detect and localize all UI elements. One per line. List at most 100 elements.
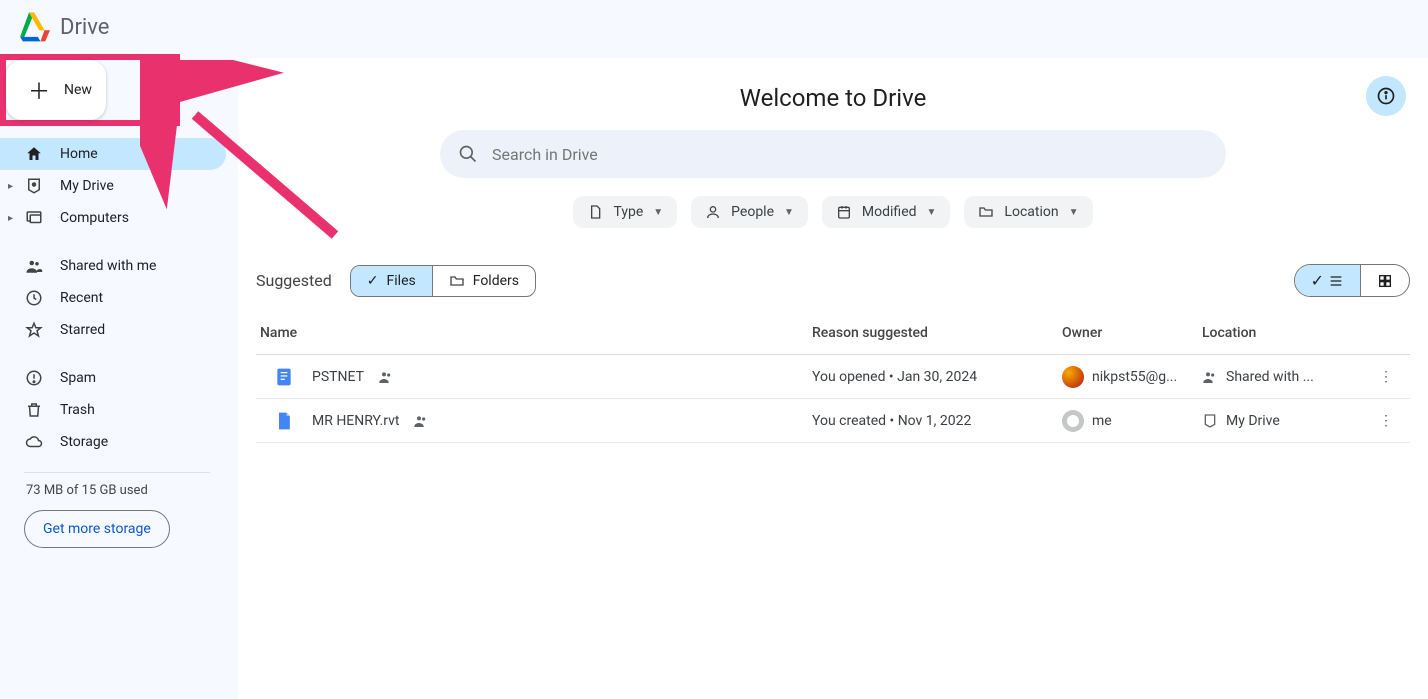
sidebar-item-label: My Drive xyxy=(60,178,114,194)
view-toggle: ✓ xyxy=(1294,264,1410,297)
location-text: Shared with ... xyxy=(1226,369,1314,385)
search-input[interactable] xyxy=(492,145,1208,164)
sidebar-item-label: Computers xyxy=(60,210,129,226)
page-title: Welcome to Drive xyxy=(740,84,927,112)
seg-folders[interactable]: Folders xyxy=(433,266,535,296)
owner-text: me xyxy=(1092,413,1112,429)
view-list[interactable]: ✓ xyxy=(1295,265,1360,296)
shared-icon xyxy=(413,413,429,429)
file-name: MR HENRY.rvt xyxy=(312,413,399,429)
avatar xyxy=(1062,366,1084,388)
location-text: My Drive xyxy=(1226,413,1280,429)
search-bar[interactable] xyxy=(440,130,1226,178)
sidebar-item-shared[interactable]: Shared with me xyxy=(0,250,226,282)
new-button[interactable]: ＋ New xyxy=(6,60,106,120)
folder-icon xyxy=(978,204,994,220)
my-drive-icon xyxy=(24,177,44,195)
storage-usage-text: 73 MB of 15 GB used xyxy=(0,483,226,498)
shared-icon xyxy=(24,257,44,275)
shared-icon xyxy=(378,369,394,385)
suggested-segmented: ✓ Files Folders xyxy=(350,265,536,297)
main-panel: Welcome to Drive Type ▼ People ▼ Modifie… xyxy=(238,58,1428,699)
shared-icon xyxy=(1202,369,1218,385)
filter-chip-type[interactable]: Type ▼ xyxy=(573,196,677,228)
chip-label: People xyxy=(731,204,774,220)
chevron-right-icon: ▸ xyxy=(8,213,13,224)
sidebar-item-storage[interactable]: Storage xyxy=(0,426,226,458)
sidebar-item-recent[interactable]: Recent xyxy=(0,282,226,314)
avatar xyxy=(1062,410,1084,432)
sidebar: ＋ New Home ▸ My Drive ▸ Computers Shared… xyxy=(0,52,238,699)
sidebar-item-label: Home xyxy=(60,146,98,162)
gdoc-icon xyxy=(274,367,294,387)
sidebar-item-label: Trash xyxy=(60,402,95,418)
chip-label: Modified xyxy=(862,204,917,220)
my-drive-icon xyxy=(1202,413,1218,429)
calendar-icon xyxy=(836,204,852,220)
grid-icon xyxy=(1377,273,1393,289)
plus-icon: ＋ xyxy=(28,74,50,106)
filter-chip-people[interactable]: People ▼ xyxy=(691,196,808,228)
table-header: Name Reason suggested Owner Location xyxy=(256,311,1410,355)
info-button[interactable] xyxy=(1366,76,1406,116)
sidebar-item-computers[interactable]: ▸ Computers xyxy=(0,202,226,234)
col-owner: Owner xyxy=(1062,325,1202,341)
file-icon xyxy=(274,411,294,431)
file-name: PSTNET xyxy=(312,369,364,385)
filter-chip-modified[interactable]: Modified ▼ xyxy=(822,196,951,228)
divider xyxy=(24,472,210,473)
chevron-down-icon: ▼ xyxy=(784,207,794,218)
check-icon: ✓ xyxy=(1311,271,1324,290)
chevron-right-icon: ▸ xyxy=(8,181,13,192)
brand: Drive xyxy=(18,12,109,42)
suggested-heading: Suggested xyxy=(256,271,332,290)
sidebar-item-label: Storage xyxy=(60,434,108,450)
reason-text: You opened • Jan 30, 2024 xyxy=(812,369,1062,385)
brand-name: Drive xyxy=(60,15,109,40)
chevron-down-icon: ▼ xyxy=(1069,207,1079,218)
reason-text: You created • Nov 1, 2022 xyxy=(812,413,1062,429)
sidebar-item-label: Spam xyxy=(60,370,96,386)
check-icon: ✓ xyxy=(367,273,379,289)
filter-chip-location[interactable]: Location ▼ xyxy=(964,196,1092,228)
drive-logo-icon xyxy=(18,12,50,42)
spam-icon xyxy=(24,369,44,387)
col-reason: Reason suggested xyxy=(812,325,1062,341)
sidebar-item-home[interactable]: Home xyxy=(0,138,226,170)
view-grid[interactable] xyxy=(1361,265,1409,296)
new-button-label: New xyxy=(64,82,92,98)
computers-icon xyxy=(24,209,44,227)
star-icon xyxy=(24,321,44,339)
owner-text: nikpst55@g... xyxy=(1092,369,1177,385)
get-more-storage-button[interactable]: Get more storage xyxy=(24,510,170,548)
seg-label: Folders xyxy=(473,273,519,289)
sidebar-item-label: Starred xyxy=(60,322,105,338)
table-row[interactable]: MR HENRY.rvt You created • Nov 1, 2022 m… xyxy=(256,399,1410,443)
person-icon xyxy=(705,204,721,220)
row-menu-button[interactable]: ⋮ xyxy=(1362,413,1410,429)
file-icon xyxy=(587,204,603,220)
info-icon xyxy=(1376,86,1396,106)
sidebar-item-starred[interactable]: Starred xyxy=(0,314,226,346)
search-icon xyxy=(458,144,478,164)
table-row[interactable]: PSTNET You opened • Jan 30, 2024 nikpst5… xyxy=(256,355,1410,399)
sidebar-item-label: Recent xyxy=(60,290,103,306)
recent-icon xyxy=(24,289,44,307)
trash-icon xyxy=(24,401,44,419)
chevron-down-icon: ▼ xyxy=(653,207,663,218)
sidebar-item-my-drive[interactable]: ▸ My Drive xyxy=(0,170,226,202)
seg-files[interactable]: ✓ Files xyxy=(351,266,432,296)
chip-label: Location xyxy=(1004,204,1058,220)
home-icon xyxy=(24,145,44,163)
sidebar-item-label: Shared with me xyxy=(60,258,156,274)
folder-icon xyxy=(449,273,465,289)
sidebar-item-spam[interactable]: Spam xyxy=(0,362,226,394)
chip-label: Type xyxy=(613,204,643,220)
cloud-icon xyxy=(24,433,44,451)
suggested-table: Name Reason suggested Owner Location PST… xyxy=(256,311,1410,443)
seg-label: Files xyxy=(387,273,416,289)
row-menu-button[interactable]: ⋮ xyxy=(1362,369,1410,385)
sidebar-item-trash[interactable]: Trash xyxy=(0,394,226,426)
list-icon xyxy=(1328,273,1344,289)
col-location: Location xyxy=(1202,325,1362,341)
